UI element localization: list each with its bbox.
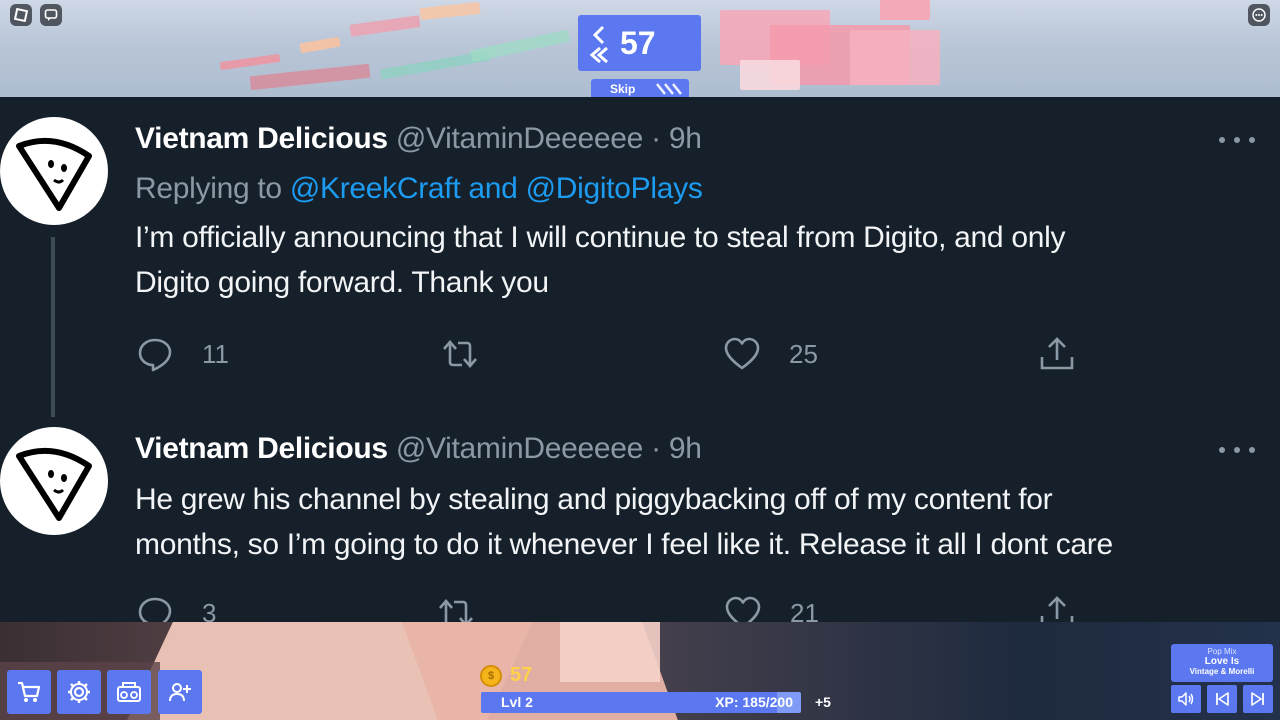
add-user-icon — [169, 683, 191, 702]
tweet-text: He grew his channel by stealing and pigg… — [135, 477, 1260, 567]
song-artist: Vintage & Morelli — [1189, 667, 1255, 676]
retweet-button[interactable] — [441, 335, 479, 373]
timestamp[interactable]: 9h — [669, 122, 702, 155]
settings-button[interactable] — [57, 670, 101, 714]
more-dot-icon — [1249, 447, 1255, 453]
reply-icon — [138, 597, 172, 622]
more-dot-icon — [1249, 137, 1255, 143]
skip-label: Skip — [610, 82, 636, 96]
share-icon — [1040, 596, 1074, 622]
replying-to: Replying to @KreekCraft and @DigitoPlays — [135, 172, 703, 206]
now-playing-panel: Pop Mix Love Is Vintage & Morelli — [1171, 644, 1273, 682]
heart-icon — [725, 596, 761, 622]
display-name[interactable]: Vietnam Delicious — [135, 432, 388, 465]
thread-connector — [51, 237, 55, 417]
shopping-cart-icon — [18, 681, 41, 702]
coin-display: $ 57 — [480, 664, 532, 687]
tweet-more-button[interactable] — [1219, 445, 1255, 455]
like-count: 25 — [789, 338, 818, 369]
pizza-slice-avatar-icon — [16, 447, 92, 521]
avatar[interactable] — [0, 117, 108, 225]
retweet-button[interactable] — [437, 594, 475, 622]
reply-count: 11 — [202, 338, 229, 369]
skip-forward-icon — [655, 82, 687, 96]
more-dot-icon — [1234, 137, 1240, 143]
reply-button[interactable]: 11 — [136, 335, 229, 373]
chat-button[interactable] — [40, 4, 62, 26]
xp-gain-label: +5 — [815, 694, 831, 710]
like-button[interactable]: 25 — [723, 335, 818, 373]
user-handle[interactable]: @VitaminDeeeeee — [396, 122, 644, 155]
separator: · — [651, 432, 661, 465]
replying-mentions[interactable]: @KreekCraft and @DigitoPlays — [290, 172, 703, 205]
pizza-slice-avatar-icon — [16, 137, 92, 211]
display-name[interactable]: Vietnam Delicious — [135, 122, 388, 155]
countdown-display: 57 — [578, 15, 701, 71]
share-button[interactable] — [1038, 594, 1076, 622]
more-options-button[interactable] — [1248, 4, 1270, 26]
music-mix-label: Pop Mix — [1207, 647, 1237, 656]
tweet-text: I’m officially announcing that I will co… — [135, 215, 1260, 305]
more-dot-icon — [1234, 447, 1240, 453]
share-button[interactable] — [1038, 335, 1076, 373]
replying-label: Replying to — [135, 172, 282, 205]
reply-count: 3 — [202, 597, 217, 623]
next-track-button[interactable] — [1243, 685, 1273, 713]
avatar[interactable] — [0, 427, 108, 535]
tweet-more-button[interactable] — [1219, 135, 1255, 145]
tweet-header: Vietnam Delicious @VitaminDeeeeee · 9h — [135, 432, 702, 466]
more-options-icon — [1252, 8, 1266, 22]
level-label: Lvl 2 — [501, 694, 533, 710]
rewind-icon[interactable] — [578, 15, 618, 71]
volume-icon — [1178, 692, 1194, 706]
separator: · — [651, 122, 661, 155]
skip-next-icon — [1251, 692, 1264, 706]
invite-friends-button[interactable] — [158, 670, 202, 714]
retweet-icon — [439, 599, 473, 622]
xp-label: XP: 185/200 — [715, 694, 793, 710]
coin-count: 57 — [510, 664, 533, 686]
retweet-icon — [443, 340, 477, 368]
chat-icon — [44, 9, 58, 21]
reply-button[interactable]: 3 — [136, 594, 216, 622]
tweet-header: Vietnam Delicious @VitaminDeeeeee · 9h — [135, 122, 702, 156]
volume-button[interactable] — [1171, 685, 1201, 713]
shop-button[interactable] — [7, 670, 51, 714]
boombox-icon — [117, 682, 141, 702]
roblox-logo-icon — [14, 8, 28, 22]
gear-icon — [68, 681, 90, 703]
previous-track-button[interactable] — [1207, 685, 1237, 713]
xp-progress-bar: Lvl 2 XP: 185/200 — [481, 692, 801, 713]
coin-icon: $ — [480, 664, 502, 687]
like-button[interactable]: 21 — [724, 594, 819, 622]
tweet-text-line: He grew his channel by stealing and pigg… — [135, 483, 1053, 516]
skip-previous-icon — [1216, 692, 1229, 706]
roblox-menu-button[interactable] — [10, 4, 32, 26]
more-dot-icon — [1219, 137, 1225, 143]
tweet-text-line: I’m officially announcing that I will co… — [135, 221, 1066, 254]
heart-icon — [724, 337, 760, 370]
tweet-thread-panel: Vietnam Delicious @VitaminDeeeeee · 9h R… — [0, 97, 1280, 622]
more-dot-icon — [1219, 447, 1225, 453]
tweet-text-line: months, so I’m going to do it whenever I… — [135, 528, 1113, 561]
skip-button[interactable]: Skip — [591, 79, 689, 99]
countdown-value: 57 — [620, 24, 656, 61]
timestamp[interactable]: 9h — [669, 432, 702, 465]
song-title: Love Is — [1204, 656, 1240, 667]
like-count: 21 — [790, 597, 819, 623]
share-icon — [1040, 337, 1074, 370]
boombox-button[interactable] — [107, 670, 151, 714]
tweet-text-line: Digito going forward. Thank you — [135, 266, 549, 299]
reply-icon — [138, 338, 172, 372]
user-handle[interactable]: @VitaminDeeeeee — [396, 432, 644, 465]
